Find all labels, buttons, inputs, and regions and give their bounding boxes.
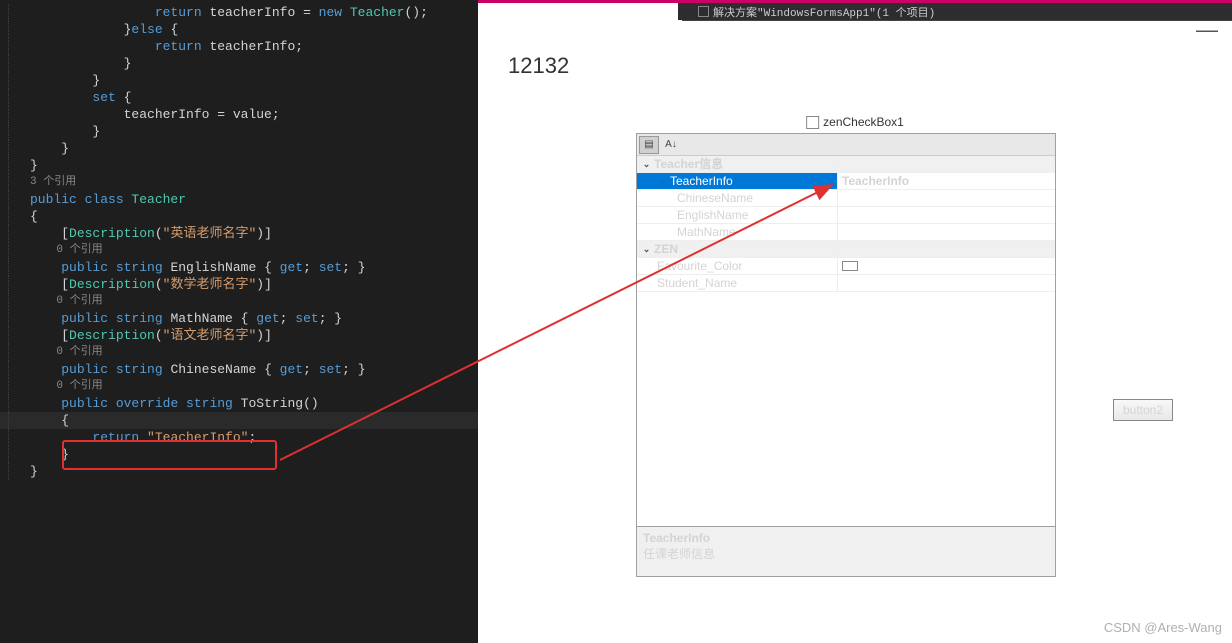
property-grid-toolbar: ▤ A↓ (637, 134, 1055, 156)
code-line[interactable]: public class Teacher (0, 191, 478, 208)
code-line[interactable]: } (0, 446, 478, 463)
property-row[interactable]: Student_Name (637, 275, 1055, 292)
watermark: CSDN @Ares-Wang (1104, 620, 1222, 635)
code-line[interactable]: public string MathName { get; set; } (0, 310, 478, 327)
solution-icon (698, 6, 709, 17)
code-line[interactable]: { (0, 412, 478, 429)
code-line[interactable]: } (0, 157, 478, 174)
chevron-down-icon[interactable]: ⌄ (641, 159, 652, 170)
category-row[interactable]: ⌄Teacher信息 (637, 156, 1055, 173)
reference-count[interactable]: 0 个引用 (0, 293, 478, 310)
code-editor[interactable]: return teacherInfo = new Teacher(); }els… (0, 0, 478, 643)
code-line[interactable]: } (0, 140, 478, 157)
code-line[interactable]: return teacherInfo; (0, 38, 478, 55)
code-line[interactable]: } (0, 55, 478, 72)
category-row[interactable]: ⌄ZEN (637, 241, 1055, 258)
form-designer[interactable]: 搜索解决方案资源管理器(Ctrl+;) 解决方案"WindowsFormsApp… (478, 0, 1232, 643)
code-line[interactable]: public override string ToString() (0, 395, 478, 412)
reference-count[interactable]: 0 个引用 (0, 242, 478, 259)
property-grid[interactable]: ▤ A↓ ⌄Teacher信息 ⌄TeacherInfo TeacherInfo… (636, 133, 1056, 577)
description-text: 任课老师信息 (643, 545, 1049, 562)
property-row-teacherinfo[interactable]: ⌄TeacherInfo TeacherInfo (637, 173, 1055, 190)
code-line[interactable]: teacherInfo = value; (0, 106, 478, 123)
categorized-view-icon[interactable]: ▤ (639, 136, 659, 154)
reference-count[interactable]: 3 个引用 (0, 174, 478, 191)
code-line[interactable]: return "TeacherInfo"; (0, 429, 478, 446)
code-line[interactable]: } (0, 463, 478, 480)
code-line[interactable]: public string ChineseName { get; set; } (0, 361, 478, 378)
code-line[interactable]: [Description("英语老师名字")] (0, 225, 478, 242)
code-line[interactable]: }else { (0, 21, 478, 38)
chevron-down-icon[interactable]: ⌄ (641, 244, 652, 255)
code-line[interactable]: set { (0, 89, 478, 106)
checkbox-label: zenCheckBox1 (823, 115, 904, 129)
code-line[interactable]: [Description("语文老师名字")] (0, 327, 478, 344)
property-row[interactable]: Favourite_Color (637, 258, 1055, 275)
code-line[interactable]: } (0, 123, 478, 140)
form-title: 12132 (508, 53, 569, 79)
property-grid-body[interactable]: ⌄Teacher信息 ⌄TeacherInfo TeacherInfo Chin… (637, 156, 1055, 526)
color-swatch-icon[interactable] (842, 261, 858, 271)
code-line[interactable]: public string EnglishName { get; set; } (0, 259, 478, 276)
property-description: TeacherInfo 任课老师信息 (637, 526, 1055, 576)
property-row[interactable]: MathName (637, 224, 1055, 241)
checkbox-icon[interactable] (806, 116, 819, 129)
code-line[interactable]: } (0, 72, 478, 89)
solution-node[interactable]: 解决方案"WindowsFormsApp1"(1 个项目) (678, 3, 1232, 20)
button2[interactable]: button2 (1113, 399, 1173, 421)
chevron-down-icon[interactable]: ⌄ (657, 176, 668, 187)
alphabetical-view-icon[interactable]: A↓ (661, 136, 681, 154)
reference-count[interactable]: 0 个引用 (0, 378, 478, 395)
zen-checkbox[interactable]: zenCheckBox1 (806, 115, 904, 129)
description-title: TeacherInfo (643, 531, 1049, 545)
property-row[interactable]: ChineseName (637, 190, 1055, 207)
code-line[interactable]: { (0, 208, 478, 225)
property-row[interactable]: EnglishName (637, 207, 1055, 224)
code-line[interactable]: return teacherInfo = new Teacher(); (0, 4, 478, 21)
minimize-icon[interactable]: — (1196, 17, 1218, 43)
reference-count[interactable]: 0 个引用 (0, 344, 478, 361)
code-line[interactable]: [Description("数学老师名字")] (0, 276, 478, 293)
